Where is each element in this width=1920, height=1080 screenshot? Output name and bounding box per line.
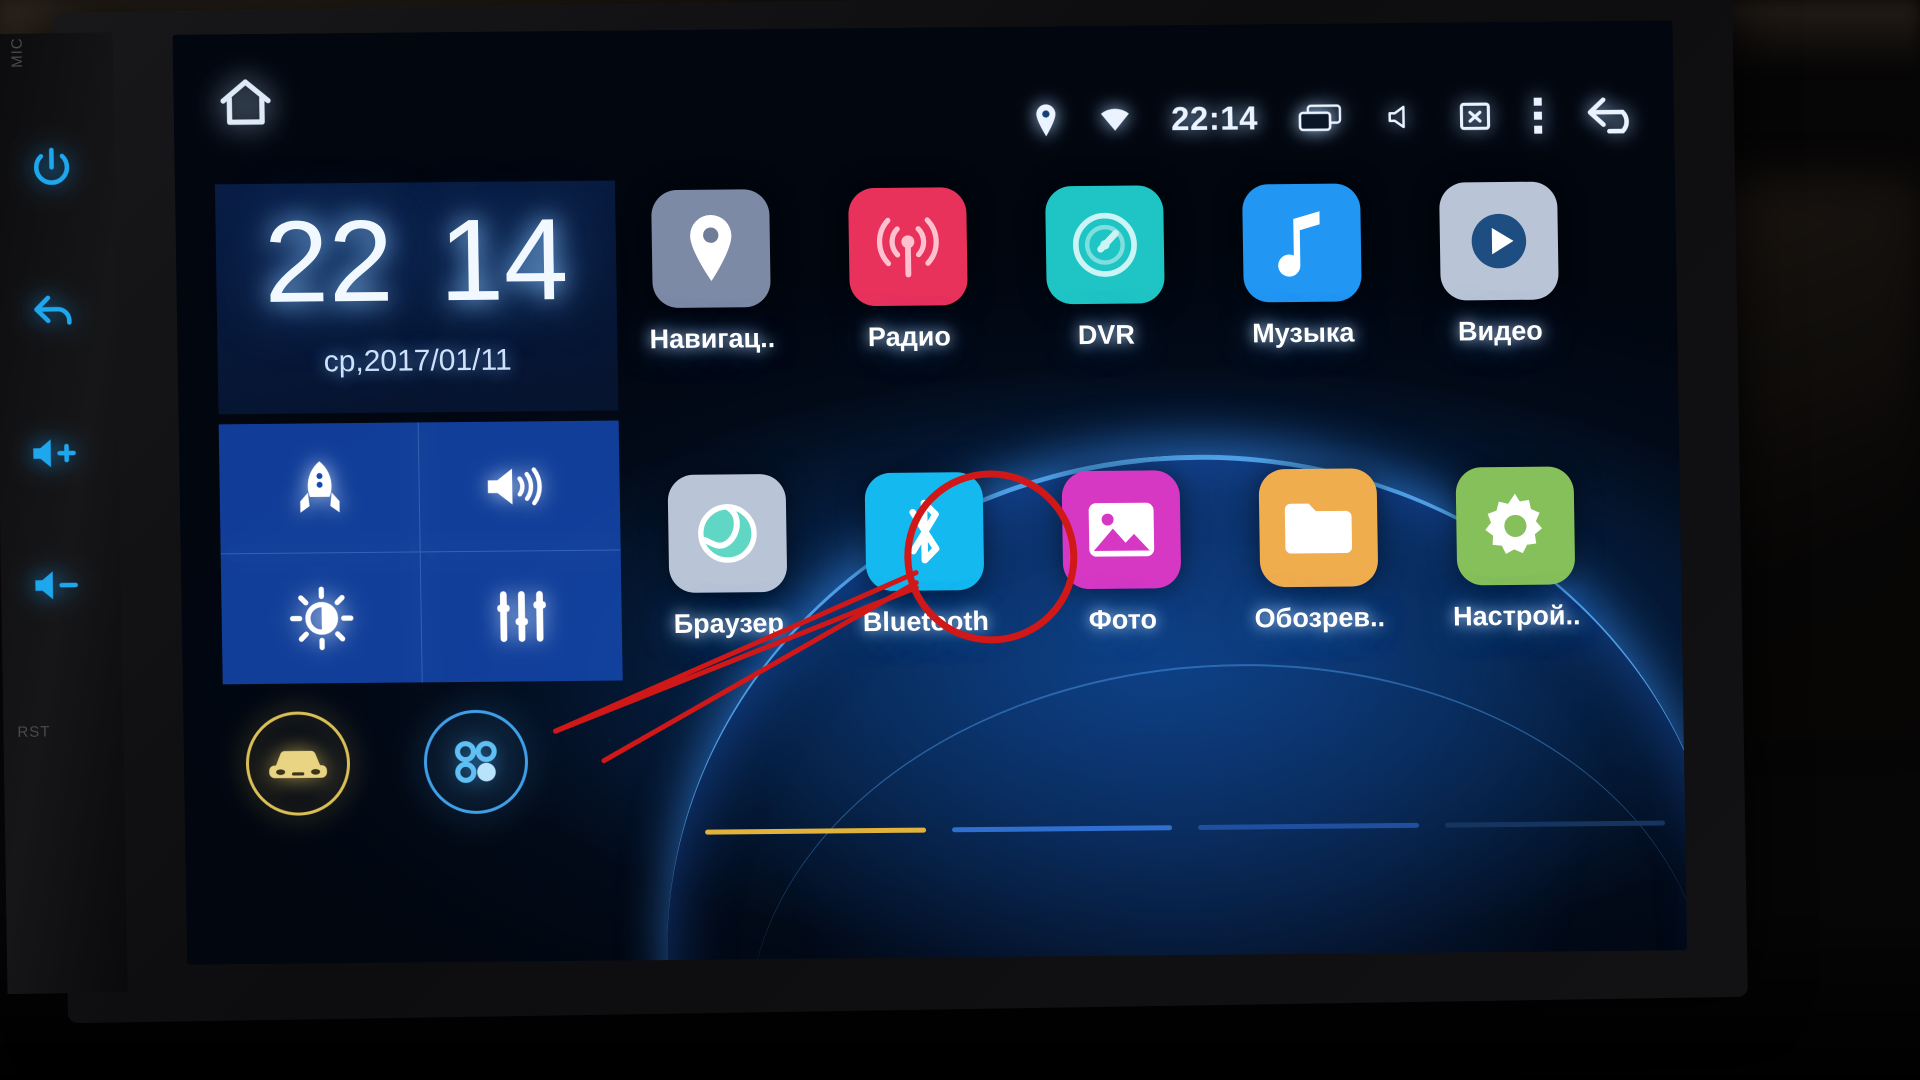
reset-label: RST <box>17 723 51 741</box>
app-label: Настрой.. <box>1452 600 1581 632</box>
music-note-icon <box>1278 211 1320 277</box>
folder-icon <box>1284 503 1353 554</box>
app-settings[interactable]: Настрой.. <box>1434 466 1597 633</box>
app-grid: Навигац.. Радио DVR Музыка Видео Браузер… <box>630 181 1670 821</box>
app-row-2: Браузер Bluetooth Фото Обозрев.. Настрой… <box>635 465 1668 640</box>
app-file-explorer[interactable]: Обозрев.. <box>1237 468 1400 635</box>
volume-up-icon <box>33 439 76 468</box>
rocket-icon <box>299 460 340 513</box>
car-icon <box>269 750 328 779</box>
clock-minutes: 14 <box>438 194 570 326</box>
location-pin-icon <box>690 215 732 282</box>
app-label: Bluetooth <box>862 605 990 638</box>
location-pin-icon[interactable] <box>1033 103 1060 137</box>
app-tile <box>1439 181 1559 301</box>
app-tile <box>1045 185 1165 305</box>
quick-setting-brightness[interactable] <box>220 552 423 685</box>
page-indicator-segment <box>705 827 926 835</box>
quick-settings-panel <box>218 420 623 685</box>
quick-setting-equalizer[interactable] <box>421 550 623 682</box>
hardware-button-strip: MIC RST <box>0 32 128 995</box>
page-indicator-segment <box>1444 820 1666 828</box>
app-music[interactable]: Музыка <box>1221 183 1384 350</box>
app-drawer-button[interactable] <box>423 709 529 815</box>
volume-down-button[interactable] <box>19 549 98 622</box>
quick-setting-volume[interactable] <box>418 420 621 553</box>
app-tile <box>651 189 771 309</box>
back-arrow-icon <box>34 295 72 325</box>
clock-digits: 22 14 <box>215 181 617 327</box>
app-label: Браузер <box>673 607 785 639</box>
equalizer-icon <box>497 590 546 642</box>
app-tile <box>1242 183 1362 303</box>
car-head-unit-device: MIC RST 22:14 22 14 ср,2017/01/11 Навига… <box>0 0 1748 1024</box>
app-browser[interactable]: Браузер <box>647 473 810 641</box>
app-dvr[interactable]: DVR <box>1024 185 1187 352</box>
overflow-menu-icon[interactable] <box>1532 97 1545 135</box>
clock-date: ср,2017/01/11 <box>323 343 512 379</box>
clock-hours: 22 <box>263 195 395 327</box>
back-button[interactable] <box>14 273 93 346</box>
car-button[interactable] <box>245 711 351 817</box>
app-navigation[interactable]: Навигац.. <box>630 189 793 356</box>
app-label: Видео <box>1457 315 1543 347</box>
page-indicator-segment <box>951 825 1173 833</box>
globe-icon <box>698 503 757 563</box>
mic-label: MIC <box>8 37 27 68</box>
app-photo[interactable]: Фото <box>1040 470 1203 637</box>
play-circle-icon <box>1471 213 1527 269</box>
volume-up-button[interactable] <box>17 417 96 490</box>
app-label: Музыка <box>1252 317 1355 349</box>
power-icon <box>33 147 70 185</box>
app-label: Обозрев.. <box>1254 602 1386 634</box>
gear-icon <box>1485 493 1543 554</box>
photo-icon <box>1088 502 1155 557</box>
power-button[interactable] <box>12 131 91 204</box>
gauge-icon <box>1072 212 1137 277</box>
app-grid-icon <box>454 740 497 783</box>
app-label: DVR <box>1077 319 1136 351</box>
close-window-icon[interactable] <box>1458 99 1493 133</box>
app-row-1: Навигац.. Радио DVR Музыка Видео <box>630 181 1663 356</box>
volume-icon[interactable] <box>1384 102 1418 132</box>
status-bar: 22:14 <box>173 82 1674 160</box>
app-label: Фото <box>1088 604 1158 636</box>
app-tile <box>1061 470 1182 590</box>
app-label: Радио <box>867 321 952 353</box>
app-label: Навигац.. <box>649 323 776 355</box>
page-indicator-segment <box>1198 822 1419 830</box>
volume-up-icon <box>487 466 542 505</box>
app-bluetooth[interactable]: Bluetooth <box>843 472 1006 639</box>
brightness-icon <box>289 586 353 651</box>
quick-setting-boost[interactable] <box>218 422 421 555</box>
radio-waves-icon <box>876 217 939 278</box>
dock-bar <box>223 702 645 826</box>
back-arrow-icon[interactable] <box>1584 94 1643 137</box>
touchscreen[interactable]: 22:14 22 14 ср,2017/01/11 Навигац.. Ради… <box>172 20 1688 965</box>
volume-down-icon <box>35 571 78 600</box>
bluetooth-icon <box>909 499 940 564</box>
app-tile <box>864 472 985 592</box>
wifi-icon[interactable] <box>1099 107 1131 133</box>
app-tile <box>1258 468 1379 588</box>
status-bar-clock: 22:14 <box>1170 99 1259 138</box>
app-video[interactable]: Видео <box>1418 181 1581 348</box>
app-tile <box>1455 466 1576 586</box>
app-radio[interactable]: Радио <box>827 187 990 354</box>
app-tile <box>667 473 788 594</box>
clock-widget[interactable]: 22 14 ср,2017/01/11 <box>214 180 619 415</box>
app-tile <box>848 187 968 307</box>
recents-icon[interactable] <box>1298 103 1344 133</box>
